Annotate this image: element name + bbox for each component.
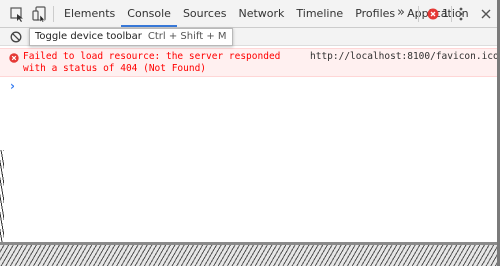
devtools-toolbar: Elements Console Sources Network Timelin… (0, 0, 500, 28)
console-output[interactable]: Failed to load resource: the server resp… (0, 46, 500, 242)
tab-network[interactable]: Network (232, 0, 290, 27)
kebab-menu-icon[interactable] (459, 6, 463, 22)
console-prompt[interactable]: › (10, 79, 15, 93)
error-source-link[interactable]: http://localhost:8100/favicon.ico (310, 51, 499, 63)
tooltip-label: Toggle device toolbar (35, 31, 142, 42)
error-message-text: Failed to load resource: the server resp… (23, 51, 281, 74)
toolbar-divider (418, 6, 419, 22)
tooltip: Toggle device toolbar Ctrl + Shift + M (29, 28, 233, 46)
background-pattern (0, 150, 4, 245)
tab-timeline[interactable]: Timeline (290, 0, 349, 27)
error-count-icon[interactable] (427, 8, 439, 20)
error-count[interactable]: 1 (442, 7, 449, 20)
error-icon (9, 53, 19, 63)
tooltip-shortcut: Ctrl + Shift + M (147, 31, 227, 42)
tab-console[interactable]: Console (121, 0, 177, 27)
clear-console-icon[interactable] (10, 31, 22, 43)
console-error-message[interactable]: Failed to load resource: the server resp… (0, 48, 500, 77)
tab-elements[interactable]: Elements (58, 0, 121, 27)
panel-tabs: Elements Console Sources Network Timelin… (58, 0, 475, 28)
tab-profiles[interactable]: Profiles (349, 0, 401, 27)
background-pattern (0, 245, 500, 266)
device-toolbar-icon[interactable] (31, 6, 47, 22)
close-icon[interactable] (478, 6, 494, 22)
tab-sources[interactable]: Sources (177, 0, 233, 27)
more-tabs-button[interactable]: » (397, 5, 405, 20)
toolbar-divider (53, 6, 54, 22)
toolbar-divider (451, 6, 452, 22)
inspect-element-icon[interactable] (9, 6, 25, 22)
